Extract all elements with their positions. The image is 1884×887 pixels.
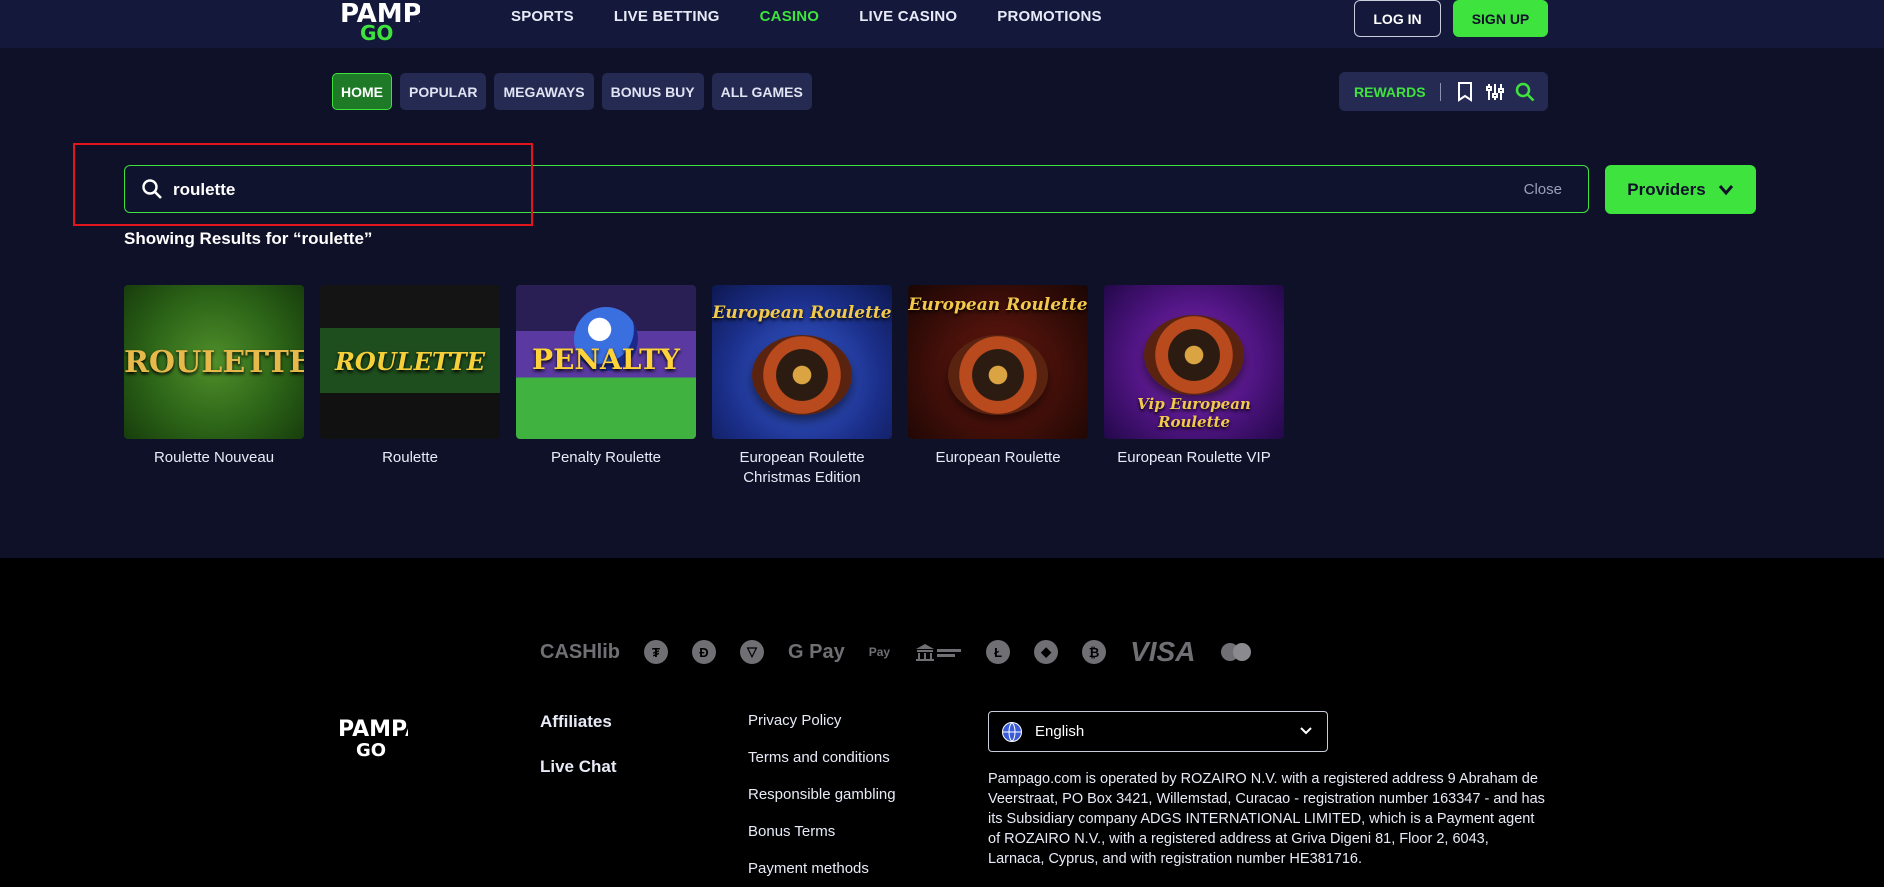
nav-live-betting[interactable]: LIVE BETTING bbox=[614, 8, 720, 25]
tab-all-games[interactable]: ALL GAMES bbox=[711, 73, 812, 110]
bookmark-icon[interactable] bbox=[1455, 81, 1475, 102]
terms-link[interactable]: Terms and conditions bbox=[748, 749, 896, 766]
live-chat-link[interactable]: Live Chat bbox=[540, 757, 617, 777]
nav-promotions[interactable]: PROMOTIONS bbox=[997, 8, 1102, 25]
game-thumbnail[interactable]: European Roulette bbox=[908, 285, 1088, 439]
game-thumbnail[interactable]: ROULETTE bbox=[124, 285, 304, 439]
dogecoin-icon: Ð bbox=[692, 640, 716, 664]
bank-transfer-icon bbox=[914, 642, 962, 662]
litecoin-icon: Ł bbox=[986, 640, 1011, 664]
footer-legal-links: Privacy Policy Terms and conditions Resp… bbox=[748, 712, 896, 877]
visa-logo: VISA bbox=[1130, 636, 1196, 667]
apple-pay-logo: Pay bbox=[868, 645, 891, 659]
cashlib-logo: CASHlib bbox=[540, 640, 620, 663]
game-card[interactable]: European Roulette European Roulette bbox=[908, 285, 1088, 488]
game-card[interactable]: ROULETTE Roulette bbox=[320, 285, 500, 488]
game-thumbnail[interactable]: European Roulette bbox=[712, 285, 892, 439]
nav-live-casino[interactable]: LIVE CASINO bbox=[859, 8, 957, 25]
game-art-text: European Roulette bbox=[908, 295, 1088, 315]
chevron-down-icon bbox=[1300, 727, 1312, 735]
payment-coin-icon: ₮ bbox=[644, 640, 668, 664]
search-input[interactable] bbox=[173, 174, 1373, 206]
game-title[interactable]: European Roulette VIP bbox=[1117, 448, 1270, 468]
game-thumbnail[interactable]: ROULETTE bbox=[320, 285, 500, 439]
game-card[interactable]: European Roulette European Roulette Chri… bbox=[712, 285, 892, 488]
ethereum-icon: ◆ bbox=[1034, 640, 1059, 664]
category-tabs: HOME POPULAR MEGAWAYS BONUS BUY ALL GAME… bbox=[332, 73, 812, 110]
tab-bonus-buy[interactable]: BONUS BUY bbox=[601, 73, 704, 110]
svg-text:PAMPA: PAMPA bbox=[338, 717, 408, 742]
tab-popular[interactable]: POPULAR bbox=[400, 73, 487, 110]
language-label: English bbox=[1035, 723, 1085, 740]
footer-main-links: Affiliates Live Chat bbox=[540, 712, 617, 777]
tab-home[interactable]: HOME bbox=[332, 73, 392, 110]
nav-sports[interactable]: SPORTS bbox=[511, 8, 574, 25]
providers-label: Providers bbox=[1627, 179, 1706, 199]
affiliates-link[interactable]: Affiliates bbox=[540, 712, 617, 732]
providers-dropdown[interactable]: Providers bbox=[1605, 165, 1756, 214]
game-card[interactable]: Vip European Roulette European Roulette … bbox=[1104, 285, 1284, 488]
login-button[interactable]: LOG IN bbox=[1354, 0, 1441, 37]
google-pay-logo: G Pay bbox=[788, 640, 845, 663]
game-search-box: Close bbox=[124, 165, 1589, 213]
main-nav: SPORTS LIVE BETTING CASINO LIVE CASINO P… bbox=[511, 8, 1102, 25]
casino-toolbar: REWARDS bbox=[1339, 72, 1548, 111]
site-footer: CASHlib ₮ Ð ▽ G Pay Pay Ł ◆ ₿ VISA PAMPA… bbox=[0, 558, 1884, 887]
globe-icon bbox=[1002, 721, 1022, 742]
svg-text:GO: GO bbox=[360, 21, 393, 42]
language-select[interactable]: English bbox=[988, 711, 1328, 752]
nav-casino[interactable]: CASINO bbox=[760, 8, 820, 25]
privacy-policy-link[interactable]: Privacy Policy bbox=[748, 712, 896, 729]
game-thumbnail[interactable]: PENALTY bbox=[516, 285, 696, 439]
bonus-terms-link[interactable]: Bonus Terms bbox=[748, 823, 896, 840]
payment-methods-row: CASHlib ₮ Ð ▽ G Pay Pay Ł ◆ ₿ VISA bbox=[540, 636, 1253, 668]
game-art-text: European Roulette bbox=[712, 303, 892, 323]
game-title[interactable]: Penalty Roulette bbox=[551, 448, 661, 468]
toolbar-divider bbox=[1439, 82, 1441, 101]
tron-icon: ▽ bbox=[740, 640, 764, 664]
game-title[interactable]: European Roulette Christmas Edition bbox=[712, 448, 892, 488]
game-card[interactable]: ROULETTE Roulette Nouveau bbox=[124, 285, 304, 488]
roulette-wheel-graphic bbox=[948, 335, 1048, 415]
search-results-title: Showing Results for “roulette” bbox=[124, 229, 373, 248]
close-search-button[interactable]: Close bbox=[1524, 181, 1562, 198]
game-title[interactable]: Roulette Nouveau bbox=[154, 448, 274, 468]
search-icon bbox=[141, 178, 163, 205]
pampago-logo[interactable]: PAMPA GO bbox=[338, 0, 420, 42]
game-card[interactable]: PENALTY Penalty Roulette bbox=[516, 285, 696, 488]
game-title[interactable]: European Roulette bbox=[935, 448, 1060, 468]
roulette-wheel-graphic bbox=[1144, 315, 1244, 395]
payment-methods-link[interactable]: Payment methods bbox=[748, 860, 896, 877]
signup-button[interactable]: SIGN UP bbox=[1453, 0, 1548, 37]
bitcoin-icon: ₿ bbox=[1082, 640, 1107, 664]
pampago-footer-logo[interactable]: PAMPA GO bbox=[338, 714, 408, 758]
rewards-link[interactable]: REWARDS bbox=[1354, 84, 1426, 100]
tab-megaways[interactable]: MEGAWAYS bbox=[494, 73, 594, 110]
legal-disclaimer: Pampago.com is operated by ROZAIRO N.V. … bbox=[988, 771, 1545, 867]
svg-text:GO: GO bbox=[356, 740, 386, 758]
game-art-text: Vip European Roulette bbox=[1137, 395, 1251, 431]
game-thumbnail[interactable]: Vip European Roulette bbox=[1104, 285, 1284, 439]
game-art-text: PENALTY bbox=[532, 343, 680, 376]
chevron-down-icon bbox=[1718, 184, 1733, 195]
responsible-gambling-link[interactable]: Responsible gambling bbox=[748, 786, 896, 803]
game-title[interactable]: Roulette bbox=[382, 448, 438, 468]
game-art-text: ROULETTE bbox=[334, 347, 486, 376]
game-results-grid: ROULETTE Roulette Nouveau ROULETTE Roule… bbox=[124, 285, 1284, 488]
top-navigation: PAMPA GO SPORTS LIVE BETTING CASINO LIVE… bbox=[0, 0, 1884, 48]
mastercard-icon bbox=[1219, 642, 1253, 662]
search-icon[interactable] bbox=[1515, 82, 1535, 102]
game-art-text: ROULETTE bbox=[124, 345, 304, 380]
filter-sliders-icon[interactable] bbox=[1485, 82, 1505, 102]
roulette-wheel-graphic bbox=[752, 335, 852, 415]
